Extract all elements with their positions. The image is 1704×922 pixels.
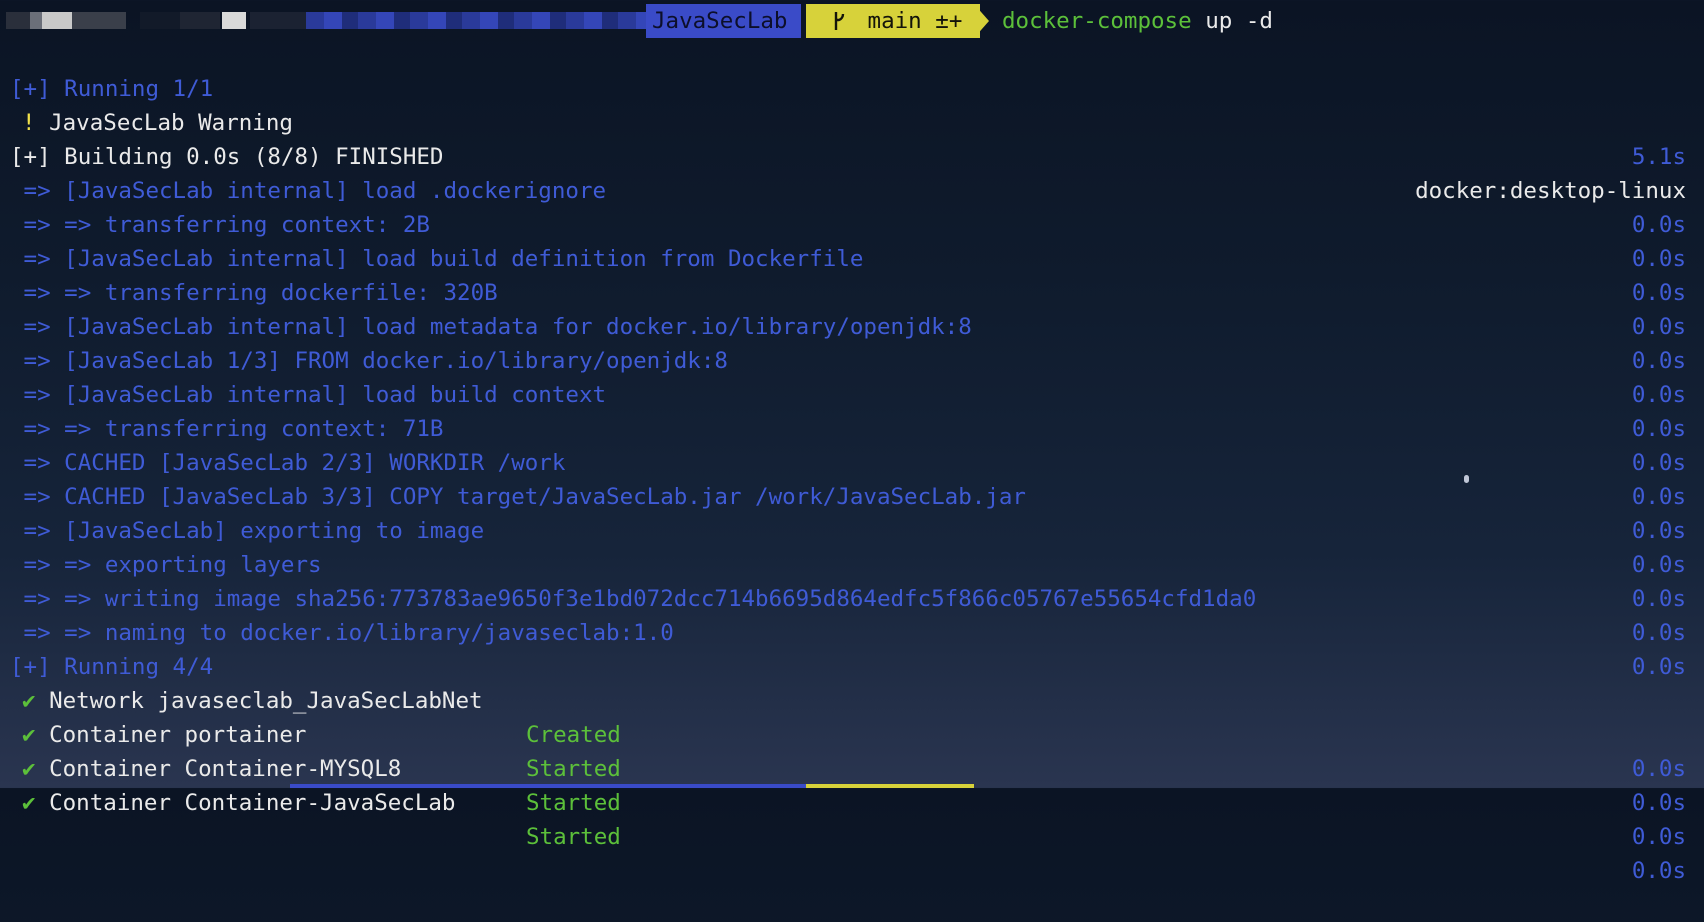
- command-name: docker-compose: [1002, 8, 1192, 34]
- prompt-separator-arrow: [974, 4, 989, 38]
- container-status: Started: [526, 824, 621, 850]
- output-line: [+] Running 1/1: [0, 38, 1704, 102]
- container-status: Started: [526, 790, 621, 816]
- output-line: => [JavaSecLab internal] load build cont…: [0, 344, 1704, 442]
- output-line: [+] Building 0.0s (8/8) FINISHED docker:…: [0, 106, 1704, 204]
- check-icon: ✔: [22, 790, 36, 816]
- container-row: ✔ Network javaseclab_JavaSecLabNet Creat…: [0, 650, 1704, 782]
- output-line: => => transferring dockerfile: 320B 0.0s: [0, 242, 1704, 340]
- output-line: => CACHED [JavaSecLab 3/3] COPY target/J…: [0, 446, 1704, 544]
- next-prompt-git-strip: [806, 784, 974, 788]
- prompt-dir: JavaSecLab: [652, 8, 788, 34]
- line-time: 0.0s: [1631, 790, 1686, 816]
- output-line: => => writing image sha256:773783ae9650f…: [0, 548, 1704, 646]
- prompt-git-segment: main ±+: [806, 4, 981, 38]
- output-line: [+] Running 4/4: [0, 616, 1704, 680]
- command-line[interactable]: docker-compose up -d: [1002, 4, 1273, 38]
- output-line: => [JavaSecLab internal] load build defi…: [0, 208, 1704, 306]
- container-row: ✔ Container Container-JavaSecLab Started…: [0, 752, 1704, 884]
- output-line: => [JavaSecLab] exporting to image 0.0s: [0, 480, 1704, 578]
- output-line: => CACHED [JavaSecLab 2/3] WORKDIR /work…: [0, 412, 1704, 510]
- output-line: => [JavaSecLab internal] load .dockerign…: [0, 140, 1704, 238]
- container-name: Container Container-JavaSecLab: [49, 790, 456, 816]
- output-line: => => transferring context: 2B 0.0s: [0, 174, 1704, 272]
- output-line: => => transferring context: 71B 0.0s: [0, 378, 1704, 476]
- prompt-dir-segment: JavaSecLab: [646, 4, 802, 38]
- row-left: ✔ Container Container-JavaSecLab: [22, 786, 455, 820]
- mouse-cursor: [1464, 475, 1469, 483]
- container-row: ✔ Container Container-MYSQL8 Started 0.0…: [0, 718, 1704, 850]
- output-line: => => naming to docker.io/library/javase…: [0, 582, 1704, 680]
- git-branch-icon: [832, 8, 868, 34]
- output-line: => [JavaSecLab internal] load metadata f…: [0, 276, 1704, 374]
- next-prompt-dir-strip: [290, 784, 806, 788]
- output-line: => [JavaSecLab 1/3] FROM docker.io/libra…: [0, 310, 1704, 408]
- line-time: 0.0s: [1631, 858, 1686, 884]
- prompt-branch: main ±+: [867, 8, 963, 34]
- output-line: => => exporting layers 0.0s: [0, 514, 1704, 612]
- command-args: up -d: [1191, 8, 1273, 34]
- line-time: 0.0s: [1631, 824, 1686, 850]
- output-line: ! JavaSecLab Warning 5.1s: [0, 72, 1704, 170]
- container-row: ✔ Container portainer Started 0.0s: [0, 684, 1704, 816]
